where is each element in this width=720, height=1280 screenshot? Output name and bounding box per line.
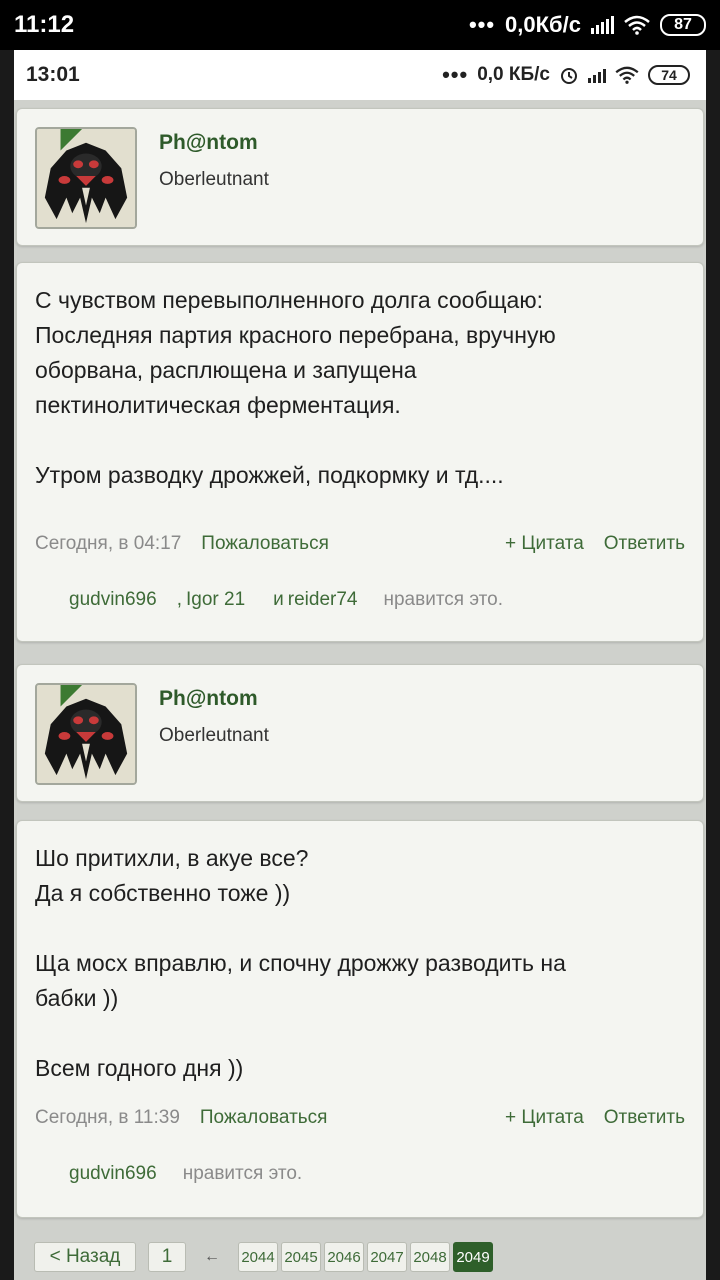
outer-status-bar: 11:12 ••• 0,0Кб/с 87 [0,0,720,50]
prev-page-button[interactable]: < Назад [34,1242,136,1272]
more-dots-icon: ••• [468,12,496,37]
like-user[interactable]: reider74 [288,589,358,611]
battery-icon: 87 [660,14,706,36]
post-text: С чувством перевыполненного долга сообща… [35,287,556,488]
wifi-icon [624,15,650,35]
battery-icon: 74 [648,65,690,85]
page-current[interactable]: 2049 [453,1242,493,1272]
page-link[interactable]: 2046 [324,1242,364,1272]
network-speed: 0,0Кб/с [505,12,581,37]
pagination: < Назад 1 ← 2044 2045 2046 2047 2048 204… [34,1240,493,1274]
avatar[interactable] [35,127,137,229]
report-link[interactable]: Пожаловаться [201,533,329,555]
post-date: Сегодня, в 04:17 [35,533,182,554]
avatar[interactable] [35,683,137,785]
inner-clock: 13:01 [26,63,80,86]
inner-status-bar: 13:01 ••• 0,0 КБ/с 74 [14,50,706,100]
post-card: С чувством перевыполненного долга сообща… [16,262,704,642]
avatar-raven-image [37,129,135,227]
author-name[interactable]: Ph@ntom [159,131,258,155]
likes-suffix: нравится это. [182,1163,303,1184]
signal-icon [591,16,614,34]
like-separator: , [176,589,182,610]
like-user[interactable]: gudvin696 [69,589,157,611]
likes-line: gudvin696 нравится это. [69,1161,685,1187]
page-link[interactable]: 2044 [238,1242,278,1272]
author-card: Ph@ntom Oberleutnant [16,108,704,246]
quote-button[interactable]: + Цитата [505,1107,584,1129]
quote-button[interactable]: + Цитата [505,533,584,555]
author-card: Ph@ntom Oberleutnant [16,664,704,802]
alarm-icon [561,68,577,84]
report-link[interactable]: Пожаловаться [200,1107,328,1129]
wifi-icon [615,66,639,84]
page-link[interactable]: 2048 [410,1242,450,1272]
like-user[interactable]: Igor 21 [186,589,245,611]
pages-ellipsis-arrow: ← [204,1248,220,1265]
signal-icon [588,67,606,83]
likes-line: gudvin696 , Igor 21 и reider74 нравится … [69,587,685,613]
author-rank: Oberleutnant [159,169,269,190]
post-card: Шо притихли, в акуе все? Да я собственно… [16,820,704,1218]
more-dots-icon: ••• [442,62,469,87]
avatar-raven-image [37,685,135,783]
post-meta: Сегодня, в 04:17 Пожаловаться + Цитата О… [35,531,685,557]
author-rank: Oberleutnant [159,725,269,746]
page-link[interactable]: 2045 [281,1242,321,1272]
author-name[interactable]: Ph@ntom [159,687,258,711]
post-text: Шо притихли, в акуе все? Да я собственно… [35,845,566,1081]
post-date: Сегодня, в 11:39 [35,1107,180,1128]
reply-button[interactable]: Ответить [604,1107,685,1129]
network-speed: 0,0 КБ/с [477,64,550,85]
post-meta: Сегодня, в 11:39 Пожаловаться + Цитата О… [35,1105,685,1131]
likes-suffix: нравится это. [383,589,503,610]
reply-button[interactable]: Ответить [604,533,685,555]
page-link[interactable]: 2047 [367,1242,407,1272]
like-user[interactable]: gudvin696 [69,1163,157,1185]
outer-clock: 11:12 [14,11,75,38]
page-first[interactable]: 1 [148,1242,186,1272]
like-separator: и [273,589,284,610]
app-screen: 13:01 ••• 0,0 КБ/с 74 Ph@ntom Oberleutna… [14,50,706,1280]
